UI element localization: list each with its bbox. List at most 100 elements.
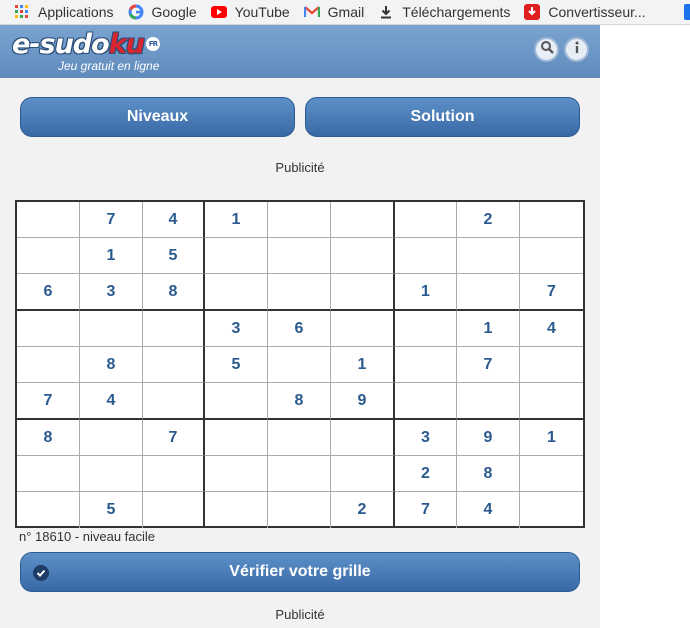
- verify-grid-button[interactable]: Vérifier votre grille: [20, 552, 580, 592]
- sudoku-cell[interactable]: [395, 311, 457, 347]
- sudoku-cell[interactable]: [331, 274, 395, 311]
- sudoku-cell[interactable]: [17, 238, 80, 274]
- bookmark-youtube[interactable]: YouTube: [210, 0, 290, 24]
- sudoku-cell[interactable]: [268, 492, 331, 528]
- sudoku-cell[interactable]: [331, 202, 395, 238]
- sudoku-cell[interactable]: 3: [395, 420, 457, 456]
- sudoku-cell[interactable]: 8: [17, 420, 80, 456]
- sudoku-cell[interactable]: 3: [80, 274, 143, 311]
- sudoku-cell[interactable]: [457, 238, 520, 274]
- sudoku-cell[interactable]: [143, 492, 205, 528]
- sudoku-cell[interactable]: [17, 202, 80, 238]
- sudoku-cell[interactable]: 7: [457, 347, 520, 383]
- sudoku-cell[interactable]: [268, 456, 331, 492]
- sudoku-cell[interactable]: [143, 456, 205, 492]
- sudoku-cell[interactable]: 1: [520, 420, 583, 456]
- sudoku-cell[interactable]: [268, 274, 331, 311]
- sudoku-cell[interactable]: [520, 492, 583, 528]
- sudoku-cell[interactable]: [520, 202, 583, 238]
- bookmark-gmail[interactable]: Gmail: [303, 0, 365, 24]
- sudoku-cell[interactable]: [457, 383, 520, 420]
- sudoku-cell[interactable]: [395, 202, 457, 238]
- sudoku-cell[interactable]: 2: [395, 456, 457, 492]
- sudoku-cell[interactable]: 7: [143, 420, 205, 456]
- bookmark-label: Gmail: [327, 4, 365, 20]
- sudoku-cell[interactable]: 9: [457, 420, 520, 456]
- sudoku-cell[interactable]: 7: [520, 274, 583, 311]
- sudoku-cell[interactable]: 5: [143, 238, 205, 274]
- sudoku-cell[interactable]: [17, 347, 80, 383]
- sudoku-cell[interactable]: [520, 238, 583, 274]
- sudoku-cell[interactable]: [331, 420, 395, 456]
- sudoku-cell[interactable]: 2: [457, 202, 520, 238]
- sudoku-cell[interactable]: [80, 420, 143, 456]
- solution-button[interactable]: Solution: [305, 97, 580, 137]
- sudoku-cell[interactable]: 1: [457, 311, 520, 347]
- sudoku-cell[interactable]: [17, 311, 80, 347]
- sudoku-cell[interactable]: [331, 238, 395, 274]
- sudoku-cell[interactable]: 6: [17, 274, 80, 311]
- sudoku-cell[interactable]: [331, 456, 395, 492]
- sudoku-cell[interactable]: 8: [457, 456, 520, 492]
- bookmark-applications[interactable]: Applications: [14, 0, 114, 24]
- bookmarks-bar: Applications Google YouTube Gmail Téléch…: [0, 0, 690, 25]
- levels-button[interactable]: Niveaux: [20, 97, 295, 137]
- sudoku-cell[interactable]: 8: [80, 347, 143, 383]
- bookmark-google[interactable]: Google: [128, 0, 197, 24]
- sudoku-cell[interactable]: 2: [331, 492, 395, 528]
- sudoku-cell[interactable]: [520, 456, 583, 492]
- sudoku-cell[interactable]: [80, 311, 143, 347]
- sudoku-cell[interactable]: [17, 456, 80, 492]
- sudoku-cell[interactable]: [143, 311, 205, 347]
- sudoku-cell[interactable]: [205, 420, 268, 456]
- sudoku-cell[interactable]: 4: [520, 311, 583, 347]
- sudoku-cell[interactable]: 3: [205, 311, 268, 347]
- search-button[interactable]: [534, 37, 559, 62]
- bookmark-label: Convertisseur...: [548, 4, 646, 20]
- sudoku-cell[interactable]: 7: [17, 383, 80, 420]
- sudoku-cell[interactable]: 7: [80, 202, 143, 238]
- sudoku-cell[interactable]: [17, 492, 80, 528]
- top-buttons: Niveaux Solution: [20, 97, 580, 137]
- ad-label-top: Publicité: [275, 160, 325, 175]
- sudoku-cell[interactable]: [457, 274, 520, 311]
- sudoku-cell[interactable]: 4: [143, 202, 205, 238]
- sudoku-cell[interactable]: 8: [143, 274, 205, 311]
- sudoku-cell[interactable]: [205, 456, 268, 492]
- sudoku-cell[interactable]: [205, 492, 268, 528]
- sudoku-cell[interactable]: 9: [331, 383, 395, 420]
- sudoku-cell[interactable]: 5: [80, 492, 143, 528]
- sudoku-cell[interactable]: [395, 238, 457, 274]
- sudoku-cell[interactable]: [205, 274, 268, 311]
- site-logo[interactable]: e-sudoku FR Jeu gratuit en ligne: [12, 29, 160, 73]
- sudoku-cell[interactable]: [143, 347, 205, 383]
- info-button[interactable]: [564, 37, 589, 62]
- sudoku-cell[interactable]: 1: [331, 347, 395, 383]
- sudoku-cell[interactable]: 1: [205, 202, 268, 238]
- sudoku-cell[interactable]: 1: [395, 274, 457, 311]
- sudoku-cell[interactable]: [205, 238, 268, 274]
- sudoku-cell[interactable]: 4: [457, 492, 520, 528]
- sudoku-cell[interactable]: [80, 456, 143, 492]
- sudoku-cell[interactable]: [205, 383, 268, 420]
- sudoku-cell[interactable]: 1: [80, 238, 143, 274]
- sudoku-cell[interactable]: 6: [268, 311, 331, 347]
- sudoku-cell[interactable]: [268, 347, 331, 383]
- sudoku-cell[interactable]: [331, 311, 395, 347]
- sudoku-cell[interactable]: [520, 347, 583, 383]
- sudoku-cell[interactable]: [268, 238, 331, 274]
- sudoku-cell[interactable]: 5: [205, 347, 268, 383]
- bookmark-converter[interactable]: Convertisseur...: [524, 0, 646, 24]
- sudoku-grid: 7412156381736148517748987391285274: [15, 200, 585, 528]
- sudoku-cell[interactable]: 4: [80, 383, 143, 420]
- sudoku-cell[interactable]: [395, 347, 457, 383]
- sudoku-cell[interactable]: [143, 383, 205, 420]
- sudoku-cell[interactable]: 8: [268, 383, 331, 420]
- sudoku-cell[interactable]: [520, 383, 583, 420]
- sudoku-cell[interactable]: [395, 383, 457, 420]
- sudoku-cell[interactable]: [268, 202, 331, 238]
- bookmark-downloads[interactable]: Téléchargements: [378, 0, 510, 24]
- overflow-bookmark-icon[interactable]: [684, 4, 690, 20]
- sudoku-cell[interactable]: [268, 420, 331, 456]
- sudoku-cell[interactable]: 7: [395, 492, 457, 528]
